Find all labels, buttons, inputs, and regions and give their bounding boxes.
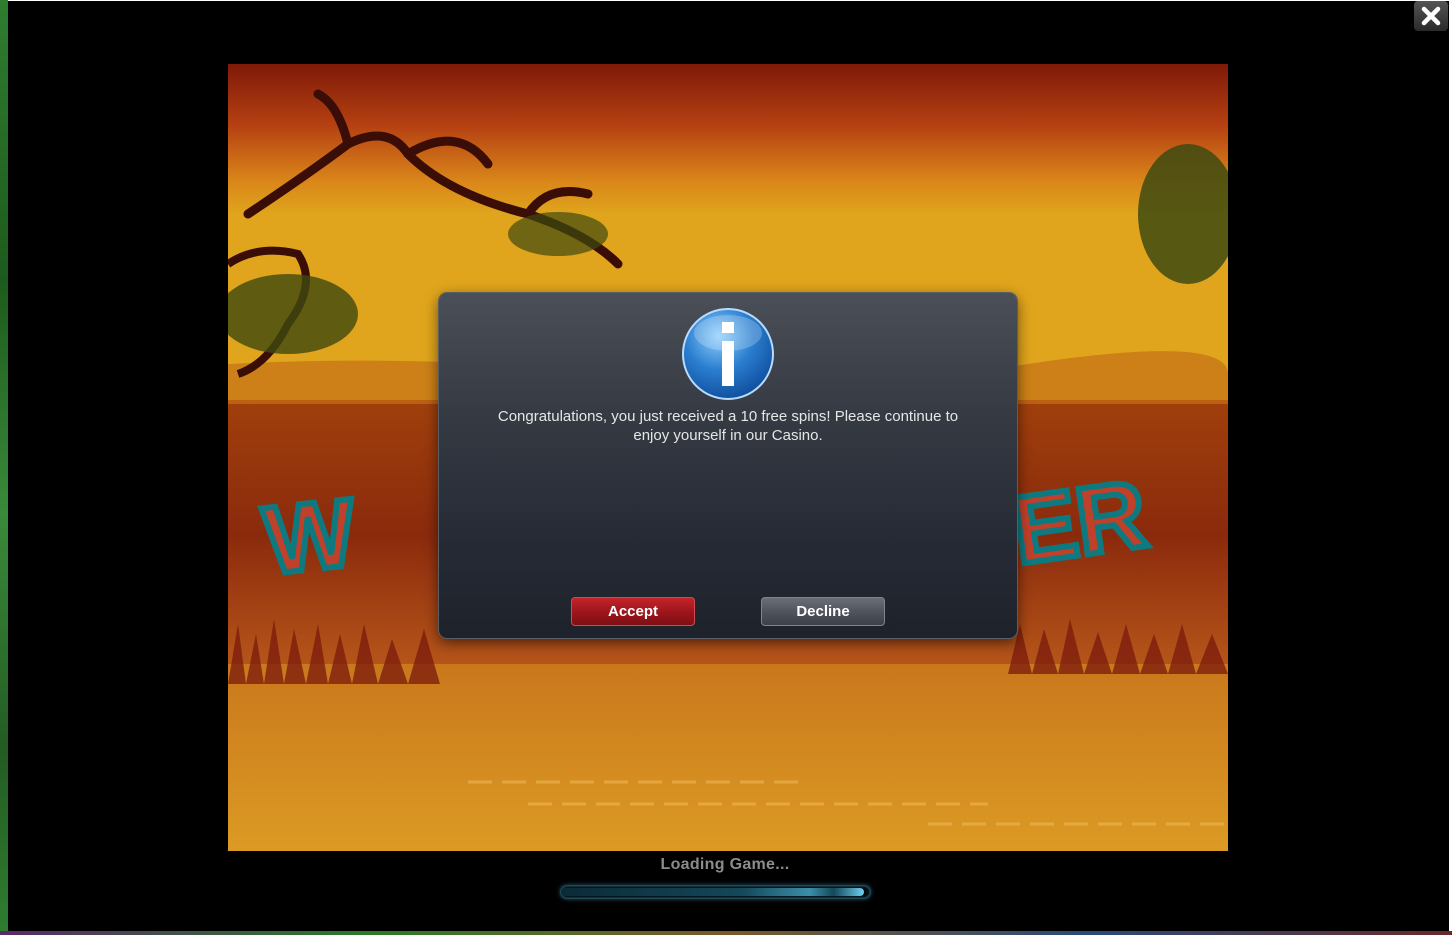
close-x-icon [1421,6,1441,26]
info-icon [682,308,774,400]
loading-game-text: Loading Game... [660,856,790,873]
free-spins-dialog: Congratulations, you just received a 10 … [439,293,1017,638]
close-button[interactable] [1414,1,1448,31]
svg-text:ER: ER [1006,460,1153,585]
dialog-message: Congratulations, you just received a 10 … [497,408,959,444]
loading-progress-bar [560,885,871,899]
background-page-edge [0,0,8,935]
svg-text:W: W [259,479,361,595]
decline-button[interactable]: Decline [761,597,885,626]
loading-progress-fill [561,888,864,896]
background-page-bottom-edge [0,931,1452,935]
accept-button[interactable]: Accept [571,597,695,626]
